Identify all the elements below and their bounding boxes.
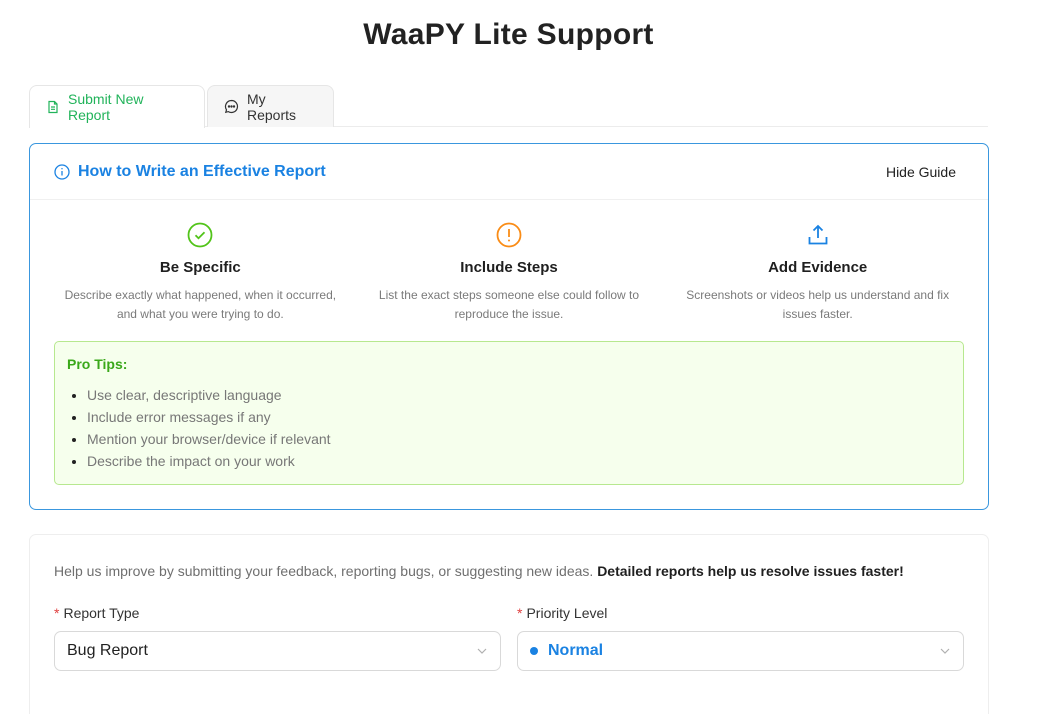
pro-tips-list: Use clear, descriptive language Include …	[67, 384, 951, 472]
chevron-down-icon	[477, 648, 487, 654]
tab-submit-new-report[interactable]: Submit New Report	[29, 85, 205, 128]
form-intro: Help us improve by submitting your feedb…	[54, 563, 904, 579]
page-title: WaaPY Lite Support	[363, 18, 654, 51]
guide-steps: Be Specific Describe exactly what happen…	[46, 220, 972, 324]
tab-bar: Submit New Report My Reports	[29, 85, 988, 128]
guide-title: How to Write an Effective Report	[54, 163, 326, 181]
file-icon	[48, 100, 58, 114]
step-description: Screenshots or videos help us understand…	[686, 288, 950, 321]
report-type-select[interactable]: Bug Report	[54, 631, 501, 671]
tab-my-reports[interactable]: My Reports	[207, 85, 334, 127]
label-text: Report Type	[63, 605, 140, 621]
hide-guide-button[interactable]: Hide Guide	[886, 164, 956, 180]
guide-step-be-specific: Be Specific Describe exactly what happen…	[46, 220, 355, 324]
step-title: Be Specific	[159, 259, 241, 276]
priority-level-select[interactable]: Normal	[517, 631, 964, 671]
guide-header: How to Write an Effective Report Hide Gu…	[30, 144, 988, 200]
exclamation-circle-icon	[496, 222, 522, 248]
list-item: Describe the impact on your work	[87, 450, 951, 472]
select-value: Bug Report	[67, 642, 148, 659]
guide-step-include-steps: Include Steps List the exact steps someo…	[355, 220, 664, 324]
tab-label: My Reports	[247, 90, 297, 123]
check-circle-icon	[187, 222, 213, 248]
chevron-down-icon	[940, 648, 950, 654]
list-item: Mention your browser/device if relevant	[87, 428, 951, 450]
pro-tips-box: Pro Tips: Use clear, descriptive languag…	[54, 341, 964, 485]
form-intro-emphasis: Detailed reports help us resolve issues …	[597, 563, 904, 579]
select-value: Normal	[548, 642, 604, 659]
list-item: Use clear, descriptive language	[87, 384, 951, 406]
required-mark: *	[54, 605, 60, 621]
step-title: Include Steps	[460, 259, 558, 276]
guide-title-text: How to Write an Effective Report	[78, 162, 326, 180]
report-type-label: * Report Type	[54, 605, 501, 621]
upload-icon	[808, 224, 828, 245]
report-guide-panel: How to Write an Effective Report Hide Gu…	[29, 143, 989, 510]
label-text: Priority Level	[526, 605, 608, 621]
tab-label: Submit New Report	[68, 91, 144, 123]
select-value-wrap: Normal	[530, 642, 939, 660]
step-description: List the exact steps someone else could …	[378, 288, 640, 321]
form-intro-text: Help us improve by submitting your feedb…	[54, 563, 594, 579]
guide-step-add-evidence: Add Evidence Screenshots or videos help …	[663, 220, 972, 324]
required-mark: *	[517, 605, 523, 621]
report-type-field: * Report Type Bug Report	[54, 605, 501, 671]
priority-level-field: * Priority Level Normal	[517, 605, 964, 671]
step-title: Add Evidence	[768, 259, 868, 276]
pro-tips-title: Pro Tips:	[67, 356, 128, 372]
status-dot	[530, 647, 538, 655]
priority-level-label: * Priority Level	[517, 605, 964, 621]
list-item: Include error messages if any	[87, 406, 951, 428]
report-form: Help us improve by submitting your feedb…	[29, 534, 989, 714]
step-description: Describe exactly what happened, when it …	[64, 288, 337, 321]
chat-icon	[224, 99, 239, 114]
info-icon	[54, 163, 70, 180]
